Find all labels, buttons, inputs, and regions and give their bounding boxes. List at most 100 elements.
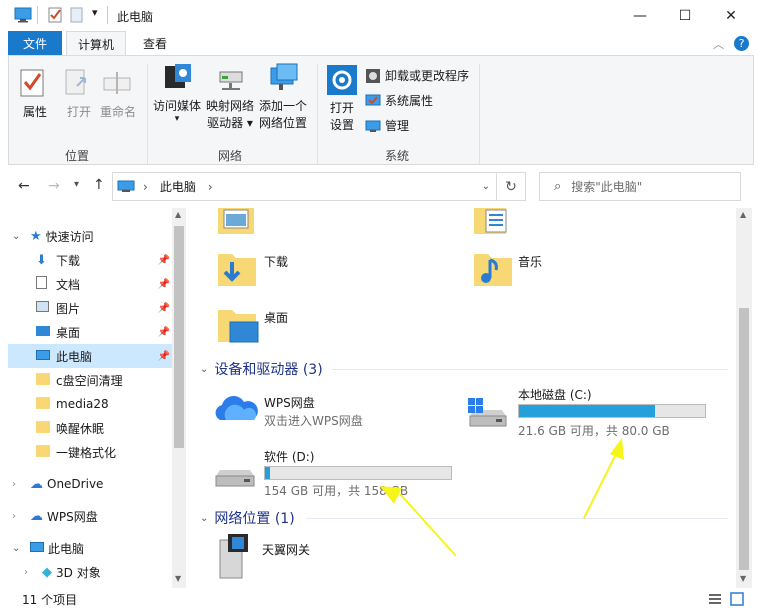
cube-icon: ◆ [42, 564, 52, 580]
collapsed-chevron-icon[interactable]: › [12, 479, 26, 490]
rename-label: 重命名 [99, 105, 136, 119]
device-item-wps-drive[interactable]: WPS网盘 双击进入WPS网盘 [212, 388, 452, 434]
properties-button[interactable]: 属性 [19, 68, 51, 121]
manage-button[interactable]: 管理 [365, 117, 409, 134]
customize-quick-access-icon[interactable]: ▾ [92, 6, 98, 19]
device-name: 软件 (D:) [264, 450, 315, 464]
c-drive-usage-fill [519, 405, 655, 417]
collapsed-chevron-icon[interactable]: › [12, 511, 26, 522]
drive-icon [215, 470, 255, 487]
tab-view[interactable]: 查看 [130, 31, 180, 56]
maximize-button[interactable]: ☐ [662, 0, 708, 31]
folder-icon [36, 372, 50, 385]
status-bar: 11 个项目 [8, 588, 754, 610]
dropdown-arrow-icon: ▾ [174, 114, 180, 124]
large-icons-view-icon[interactable] [730, 592, 744, 606]
folder-item-desktop[interactable]: 桌面 [216, 304, 456, 352]
back-arrow-icon[interactable]: ← [18, 178, 30, 194]
map-network-drive-button[interactable]: 映射网络 驱动器 ▾ [205, 62, 255, 132]
help-icon[interactable]: ? [734, 36, 749, 51]
uninstall-program-button[interactable]: 卸载或更改程序 [365, 67, 469, 84]
nav-label: 唤醒休眠 [56, 421, 105, 436]
device-capacity-text: 21.6 GB 可用，共 80.0 GB [518, 424, 670, 438]
minimize-button[interactable]: — [617, 0, 663, 31]
search-box[interactable]: ⌕ 搜索"此电脑" [539, 172, 741, 201]
refresh-button[interactable]: ↻ [497, 172, 526, 201]
scroll-up-icon[interactable]: ▲ [175, 210, 181, 219]
access-media-button[interactable]: 访问媒体 ▾ [153, 62, 202, 124]
system-properties-button[interactable]: 系统属性 [365, 92, 433, 109]
forward-arrow-icon[interactable]: → [48, 178, 60, 194]
rename-button[interactable]: 重命名 [99, 68, 137, 121]
folder-icon [36, 396, 50, 409]
section-header-network[interactable]: ⌄ 网络位置 (1) [200, 508, 295, 528]
address-history-icon[interactable]: ⌄ [482, 181, 490, 192]
nav-label: 此电脑 [48, 541, 85, 556]
collapsed-chevron-icon[interactable]: › [24, 567, 38, 578]
scroll-down-icon[interactable]: ▼ [175, 574, 181, 583]
nav-3d-objects[interactable]: › ◆ 3D 对象 [8, 560, 174, 584]
pin-icon: 📌 [157, 278, 170, 290]
close-button[interactable]: ✕ [708, 0, 754, 31]
collapse-chevron-icon[interactable]: ⌄ [200, 513, 208, 524]
nav-item-folder[interactable]: media28 [8, 392, 174, 416]
section-header-devices[interactable]: ⌄ 设备和驱动器 (3) [200, 359, 323, 379]
folder-item-music[interactable]: 音乐 [472, 248, 712, 296]
nav-item-folder[interactable]: 唤醒休眠 [8, 416, 174, 440]
nav-scrollbar[interactable]: ▲ ▼ [172, 208, 186, 588]
breadcrumb-this-pc[interactable]: 此电脑 [160, 178, 196, 195]
open-button[interactable]: 打开 [63, 68, 95, 121]
folder-label: 桌面 [264, 311, 289, 325]
nav-this-pc[interactable]: ⌄ 此电脑 [8, 536, 174, 560]
tab-file[interactable]: 文件 [8, 31, 62, 56]
downloads-folder-icon [218, 254, 256, 286]
nav-item-folder[interactable]: c盘空间清理 [8, 368, 174, 392]
expand-chevron-icon[interactable]: ⌄ [12, 543, 26, 554]
download-arrow-icon: ⬇ [36, 252, 47, 268]
open-icon [65, 69, 86, 95]
add-network-location-button[interactable]: 添加一个 网络位置 [257, 62, 309, 132]
cloud-icon: ☁ [30, 476, 43, 492]
details-view-icon[interactable] [708, 592, 722, 606]
expand-chevron-icon[interactable]: ⌄ [12, 231, 26, 242]
nav-wps-drive[interactable]: › ☁ WPS网盘 [8, 504, 174, 528]
open-settings-button[interactable]: 打开 设置 [324, 64, 360, 134]
content-scroll-thumb[interactable] [739, 308, 749, 570]
nav-item-desktop[interactable]: 桌面 📌 [8, 320, 174, 344]
scroll-up-icon[interactable]: ▲ [740, 210, 746, 219]
address-bar[interactable]: › 此电脑 › ⌄ [112, 172, 497, 201]
nav-item-documents[interactable]: 文档 📌 [8, 272, 174, 296]
collapse-chevron-icon[interactable]: ⌄ [200, 364, 208, 375]
search-input[interactable]: 搜索"此电脑" [571, 178, 642, 195]
nav-scroll-thumb[interactable] [174, 226, 184, 448]
system-drive-icon [468, 398, 507, 427]
new-folder-icon[interactable] [70, 7, 84, 23]
properties-icon[interactable] [48, 7, 62, 23]
recent-locations-icon[interactable]: ▾ [74, 179, 79, 190]
folder-icon [36, 444, 50, 457]
up-arrow-icon[interactable]: ↑ [93, 177, 105, 193]
nav-label: WPS网盘 [47, 509, 98, 524]
nav-onedrive[interactable]: › ☁ OneDrive [8, 472, 174, 496]
group-label-network: 网络 [218, 149, 243, 163]
nav-quick-access[interactable]: ⌄ ★ 快速访问 [8, 224, 174, 248]
nav-item-pictures[interactable]: 图片 📌 [8, 296, 174, 320]
nav-item-downloads[interactable]: ⬇ 下载 📌 [8, 248, 174, 272]
tab-computer[interactable]: 计算机 [66, 31, 126, 56]
access-media-label: 访问媒体 [153, 99, 202, 113]
nav-label: 一键格式化 [56, 445, 117, 460]
desktop-icon [36, 325, 56, 339]
media-icon [165, 64, 191, 88]
nav-item-this-pc[interactable]: 此电脑 📌 [8, 344, 174, 368]
ribbon: 属性 打开 重命名 位置 访问媒体 ▾ 映射网络 驱动器 ▾ 添加一个 网络位置… [8, 55, 754, 165]
device-item-c-drive[interactable]: 本地磁盘 (C:) 21.6 GB 可用，共 80.0 GB [466, 386, 726, 438]
nav-item-folder[interactable]: 一键格式化 [8, 440, 174, 464]
scroll-down-icon[interactable]: ▼ [740, 574, 746, 583]
nav-label: 3D 对象 [56, 565, 101, 580]
collapse-ribbon-icon[interactable]: ︿ [713, 36, 724, 52]
pin-icon: 📌 [157, 302, 170, 314]
this-pc-icon [30, 541, 44, 555]
content-scrollbar[interactable]: ▲ ▼ [736, 208, 752, 588]
folder-item-downloads[interactable]: 下载 [216, 248, 456, 296]
media-server-icon [219, 534, 248, 579]
